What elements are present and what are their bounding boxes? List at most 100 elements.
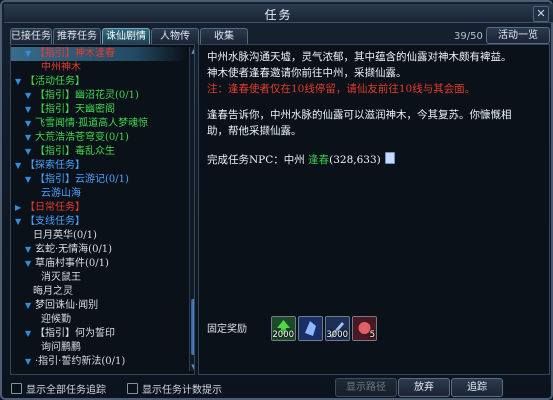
quest-tree-item[interactable]: 日月英华(0/1) xyxy=(11,229,187,243)
quest-tree-item[interactable]: ▼ 【指引】幽沼花灵(0/1) xyxy=(11,89,187,103)
quest-tree-label: ·指引·誓约新法(0/1) xyxy=(35,356,126,367)
show-all-checkbox[interactable] xyxy=(11,383,22,394)
quest-tree-item[interactable]: 迎候勤 xyxy=(11,313,187,327)
quest-tree-label: 草庙村事件(0/1) xyxy=(35,258,109,269)
quest-tree-item[interactable]: 晦月之灵 xyxy=(11,285,187,299)
collapse-icon[interactable]: ▼ xyxy=(15,75,25,89)
quest-tree-item[interactable]: ▼ 草庙村事件(0/1) xyxy=(11,257,187,271)
abandon-button[interactable]: 放弃 xyxy=(398,378,450,397)
quest-tree-label: 晦月之灵 xyxy=(33,286,73,297)
quest-tree-item[interactable]: ▼ 梦回诛仙·闻别 xyxy=(11,299,187,313)
title-bar[interactable]: 任务 ✕ xyxy=(4,4,553,23)
quest-tree-label: 迎候勤 xyxy=(41,314,71,325)
quest-tree-label: 消灭鼠王 xyxy=(41,272,81,283)
quest-tree-item[interactable]: ▼ 飞雪闻情·孤道高人梦魂惊 xyxy=(11,117,187,131)
quest-tree-item[interactable]: ▼ 【支线任务】 xyxy=(11,215,187,229)
npc-name-link[interactable]: 逢春 xyxy=(308,154,329,166)
quest-tree: ▼ 【指引】神木逢春 中州神木 ▼ 【活动任务】 ▼ 【指引】幽沼花灵(0/1) ▼ 【指引】天… xyxy=(10,44,195,375)
quest-tree-label: 玄蛇·无情海(0/1) xyxy=(35,244,113,255)
quest-warning: 注：逢春使者仅在10线停留，请仙友前往10线与其会面。 xyxy=(207,83,476,95)
tree-scrollbar[interactable]: ▲ ▼ xyxy=(189,47,194,371)
quest-tree-label: 【指引】云游记(0/1) xyxy=(35,174,129,185)
quest-window: 任务 ✕ 已接任务 推荐任务 诛仙剧情 人物传 收集 39/50 活动一览 ▼ 【… xyxy=(0,0,553,400)
tab-accepted[interactable]: 已接任务 xyxy=(10,28,52,44)
quest-tree-item[interactable]: ▼ 【指引】天幽密阁 xyxy=(11,103,187,117)
tab-character[interactable]: 人物传 xyxy=(151,28,199,44)
quest-tree-item[interactable]: 云游山海 xyxy=(11,187,187,201)
show-route-button[interactable]: 显示路径 xyxy=(335,378,397,397)
quest-tree-item[interactable]: ▼ 【指引】神木逢春 xyxy=(11,47,187,61)
reward-slot-crystal[interactable] xyxy=(298,316,323,341)
reward-slot-dagger[interactable]: 3000 xyxy=(325,316,350,341)
quest-tree-label: 【指引】神木逢春 xyxy=(35,48,115,59)
quest-tree-item[interactable]: ▼ 玄蛇·无情海(0/1) xyxy=(11,243,187,257)
quest-tree-item[interactable]: 询问鹏鹏 xyxy=(11,341,187,355)
show-all-label: 显示全部任务追踪 xyxy=(26,385,106,396)
blue-crystal-icon xyxy=(299,317,322,340)
collapse-icon[interactable]: ▼ xyxy=(15,215,25,229)
quest-tree-item[interactable]: 中州神木 xyxy=(11,61,187,75)
collapse-icon[interactable]: ▼ xyxy=(25,47,35,61)
quest-tree-label: 【日常任务】 xyxy=(25,202,85,213)
quest-tree-label: 日月英华(0/1) xyxy=(33,230,97,241)
collapse-icon[interactable]: ▼ xyxy=(25,327,35,341)
tab-recommended[interactable]: 推荐任务 xyxy=(53,28,101,44)
scroll-thumb[interactable] xyxy=(191,299,194,355)
reward-quantity: 2000 xyxy=(272,330,294,340)
track-button[interactable]: 追踪 xyxy=(451,378,503,397)
quest-tree-label: 【指引】天幽密阁 xyxy=(35,104,115,115)
fixed-reward-label: 固定奖励 xyxy=(207,324,247,335)
npc-coords: (328,633) xyxy=(329,154,381,166)
quest-tree-label: 云游山海 xyxy=(41,188,81,199)
show-timer-checkbox[interactable] xyxy=(127,383,138,394)
collapse-icon[interactable]: ▼ xyxy=(15,159,25,173)
tab-collection[interactable]: 收集 xyxy=(200,28,248,44)
quest-tree-label: 【指引】何为誓印 xyxy=(35,328,115,339)
quest-detail-panel: 中州水脉沟通天墟，灵气浓郁，其中蕴含的仙露对神木颇有裨益。 神木使者逢春邀请你前… xyxy=(198,44,550,375)
quest-tree-label: 【活动任务】 xyxy=(25,76,85,87)
collapse-icon[interactable]: ▼ xyxy=(25,355,35,369)
scroll-down-icon[interactable]: ▼ xyxy=(190,363,194,371)
npc-line: 完成任务NPC：中州 逢春(328,633) xyxy=(207,152,541,168)
collapse-icon[interactable]: ▼ xyxy=(25,145,35,159)
expand-icon[interactable]: ▶ xyxy=(15,201,25,215)
reward-quantity: 3000 xyxy=(326,330,348,340)
collapse-icon[interactable]: ▼ xyxy=(25,257,35,271)
scroll-up-icon[interactable]: ▲ xyxy=(190,47,194,55)
reward-slot-exp[interactable]: 2000 xyxy=(271,316,296,341)
quest-tree-item[interactable]: ▼ 【探索任务】 xyxy=(11,159,187,173)
quest-tree-item[interactable]: 消灭鼠王 xyxy=(11,271,187,285)
bottom-bar: 显示全部任务追踪 显示任务计数提示 显示路径 放弃 追踪 xyxy=(2,376,553,400)
collapse-icon[interactable]: ▼ xyxy=(25,173,35,187)
tab-story[interactable]: 诛仙剧情 xyxy=(102,28,150,44)
quest-tree-label: 询问鹏鹏 xyxy=(41,342,81,353)
collapse-icon[interactable]: ▼ xyxy=(25,131,35,145)
quest-tree-label: 【指引】幽沼花灵(0/1) xyxy=(35,90,139,101)
collapse-icon[interactable]: ▼ xyxy=(25,89,35,103)
quest-tree-label: 中州神木 xyxy=(41,62,81,73)
collapse-icon[interactable]: ▼ xyxy=(25,103,35,117)
quest-tree-item[interactable]: ▼ 大荒浩浩苍穹变(0/1) xyxy=(11,131,187,145)
quest-tree-item[interactable]: ▼ 【活动任务】 xyxy=(11,75,187,89)
quest-tree-item[interactable]: ▼ 【指引】云游记(0/1) xyxy=(11,173,187,187)
quest-tree-item[interactable]: ▼ ·指引·誓约新法(0/1) xyxy=(11,355,187,369)
quest-tree-item[interactable]: ▼ 【指引】毒乱众生 xyxy=(11,145,187,159)
reward-slot-orb[interactable]: 5 xyxy=(352,316,377,341)
quest-count: 39/50 xyxy=(454,31,483,42)
close-icon[interactable]: ✕ xyxy=(533,6,549,22)
quest-description-2: 神木使者逢春邀请你前往中州，采撷仙露。 xyxy=(207,67,407,79)
collapse-icon[interactable]: ▼ xyxy=(25,117,35,131)
quest-tree-label: 【指引】毒乱众生 xyxy=(35,146,115,157)
show-timer-label: 显示任务计数提示 xyxy=(142,385,222,396)
map-scroll-icon[interactable] xyxy=(384,152,395,164)
quest-tree-label: 梦回诛仙·闻别 xyxy=(35,300,99,311)
activity-overview-button[interactable]: 活动一览 xyxy=(486,27,550,44)
npc-prefix: 完成任务NPC：中州 xyxy=(207,154,309,166)
reward-quantity: 5 xyxy=(369,330,375,340)
quest-tree-item[interactable]: ▼ 【指引】何为誓印 xyxy=(11,327,187,341)
quest-tree-label: 大荒浩浩苍穹变(0/1) xyxy=(35,132,129,143)
quest-tree-item[interactable]: ▶ 【日常任务】 xyxy=(11,201,187,215)
quest-description-1: 中州水脉沟通天墟，灵气浓郁，其中蕴含的仙露对神木颇有裨益。 xyxy=(207,51,512,63)
collapse-icon[interactable]: ▼ xyxy=(25,299,35,313)
collapse-icon[interactable]: ▼ xyxy=(25,243,35,257)
